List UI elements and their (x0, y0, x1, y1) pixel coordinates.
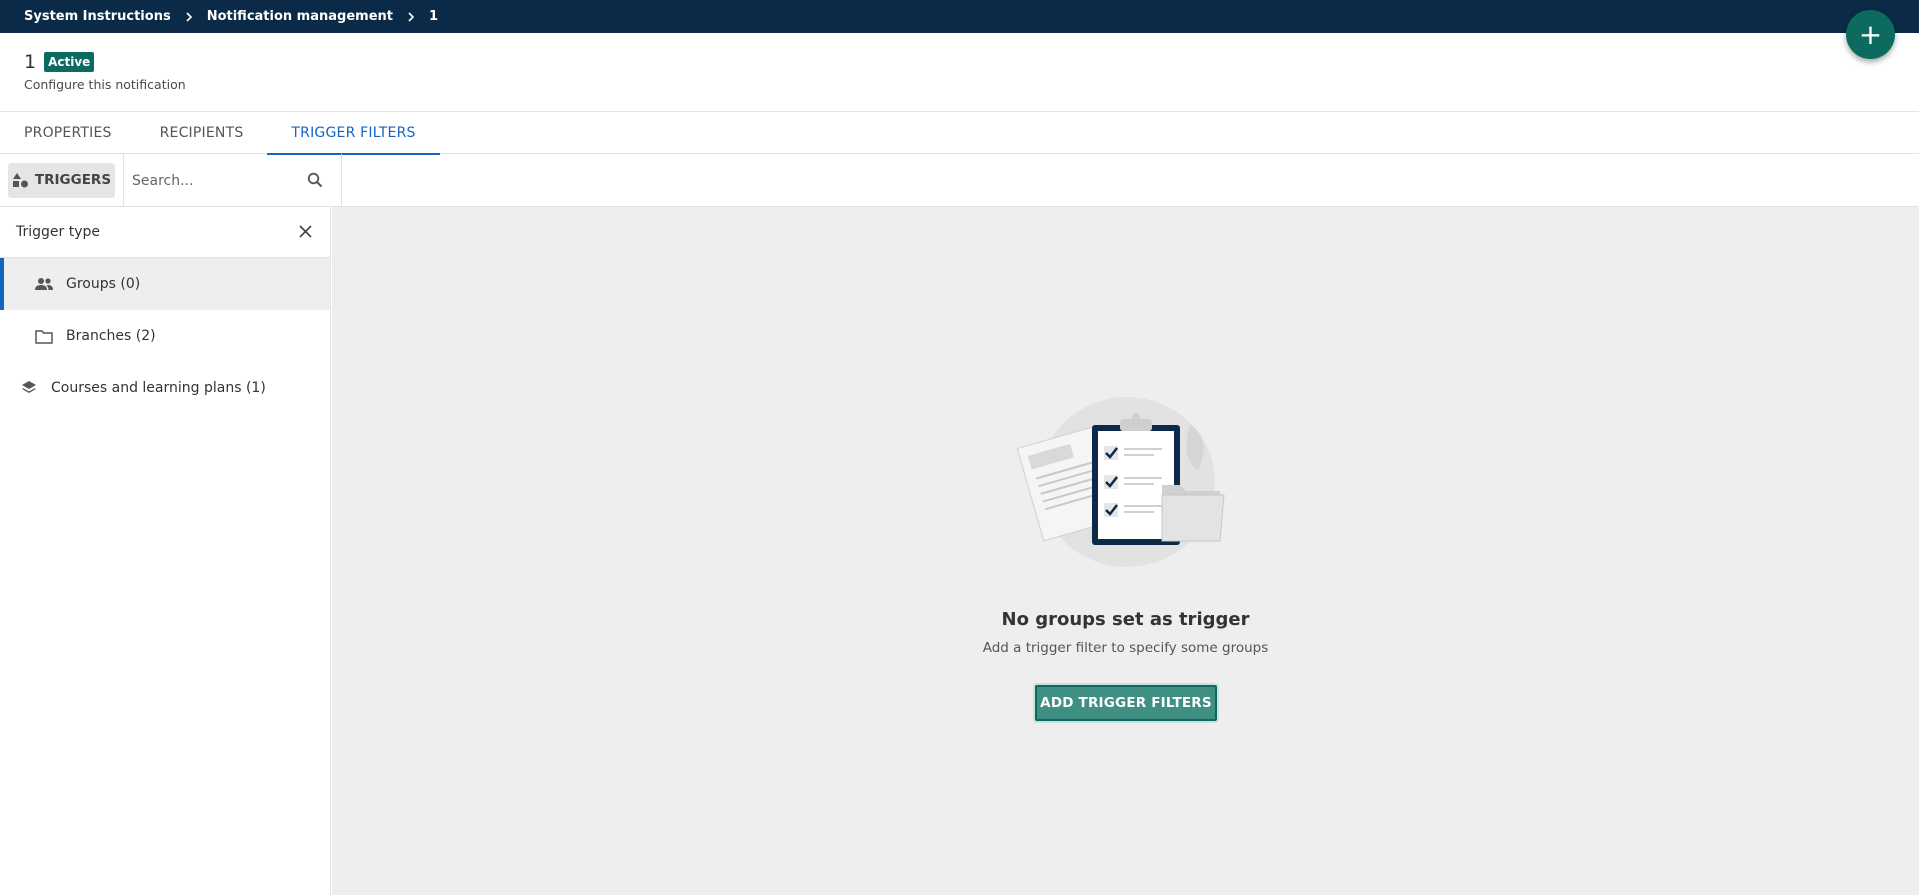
tab-trigger-filters[interactable]: TRIGGER FILTERS (267, 112, 440, 155)
status-badge: Active (44, 52, 95, 72)
add-trigger-filters-button[interactable]: ADD TRIGGER FILTERS (1035, 685, 1217, 721)
sidebar-header: Trigger type (0, 207, 330, 258)
page-subtitle: Configure this notification (24, 77, 186, 92)
page-title: 1 (24, 51, 37, 73)
sidebar-item-label: Branches (2) (66, 328, 156, 344)
triggers-button-label: TRIGGERS (34, 172, 112, 188)
sidebar-item-label: Courses and learning plans (1) (51, 380, 266, 396)
tab-bar: PROPERTIES RECIPIENTS TRIGGER FILTERS (0, 112, 1919, 155)
title-row: 1 Active (24, 51, 95, 73)
shapes-icon (12, 172, 28, 187)
trigger-type-sidebar: Trigger type Groups (0) Branches (2) Cou… (0, 207, 331, 895)
people-icon (33, 277, 55, 291)
folder-icon (33, 329, 55, 344)
sidebar-item-branches[interactable]: Branches (2) (0, 310, 330, 362)
sidebar-item-label: Groups (0) (66, 276, 141, 292)
close-icon[interactable] (299, 225, 312, 238)
sidebar-heading: Trigger type (16, 224, 101, 240)
layers-icon (18, 380, 40, 396)
main-content: No groups set as trigger Add a trigger f… (332, 207, 1919, 895)
sidebar-item-groups[interactable]: Groups (0) (0, 258, 330, 310)
chevron-right-icon (407, 11, 415, 22)
toolbar: TRIGGERS (0, 154, 1919, 207)
breadcrumb: System Instructions Notification managem… (0, 0, 1919, 33)
empty-state-title: No groups set as trigger (1001, 609, 1250, 630)
breadcrumb-item-system-instructions[interactable]: System Instructions (24, 9, 171, 24)
search-icon[interactable] (307, 172, 323, 188)
triggers-button[interactable]: TRIGGERS (8, 162, 115, 198)
tab-recipients[interactable]: RECIPIENTS (136, 112, 268, 154)
chevron-right-icon (185, 11, 193, 22)
page-header: 1 Active Configure this notification (0, 33, 1919, 112)
search-input[interactable] (124, 172, 294, 189)
empty-state-subtitle: Add a trigger filter to specify some gro… (982, 640, 1269, 656)
sidebar-item-courses-learning-plans[interactable]: Courses and learning plans (1) (0, 362, 330, 414)
breadcrumb-item-notification-management[interactable]: Notification management (207, 9, 393, 24)
tab-properties[interactable]: PROPERTIES (0, 112, 136, 154)
breadcrumb-item-current: 1 (428, 9, 439, 24)
search-box (123, 154, 342, 207)
empty-state: No groups set as trigger Add a trigger f… (332, 207, 1919, 895)
clipboard-illustration (1016, 397, 1225, 567)
